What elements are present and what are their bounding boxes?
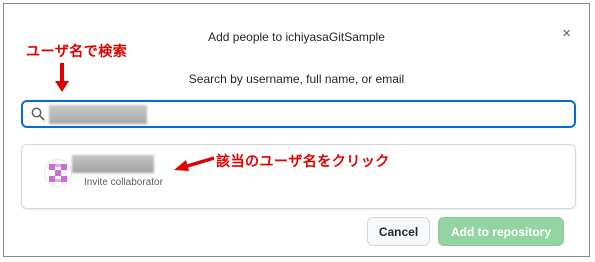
search-input[interactable] (21, 100, 576, 128)
identicon-avatar (44, 159, 72, 187)
search-icon (31, 107, 45, 121)
dialog: Add people to ichiyasaGitSample × ユーザ名で検… (3, 3, 590, 257)
redacted-search-text (49, 105, 147, 124)
annotation-click-username: 該当のユーザ名をクリック (216, 153, 390, 169)
close-icon[interactable]: × (562, 26, 571, 41)
cancel-button[interactable]: Cancel (367, 217, 430, 246)
red-arrow-left-icon (174, 156, 214, 171)
annotation-search-by-username: ユーザ名で検索 (26, 43, 128, 59)
redacted-username (72, 155, 154, 173)
invite-collaborator-label: Invite collaborator (84, 177, 163, 188)
add-to-repository-button[interactable]: Add to repository (438, 217, 564, 246)
search-instructions: Search by username, full name, or email (188, 72, 405, 86)
